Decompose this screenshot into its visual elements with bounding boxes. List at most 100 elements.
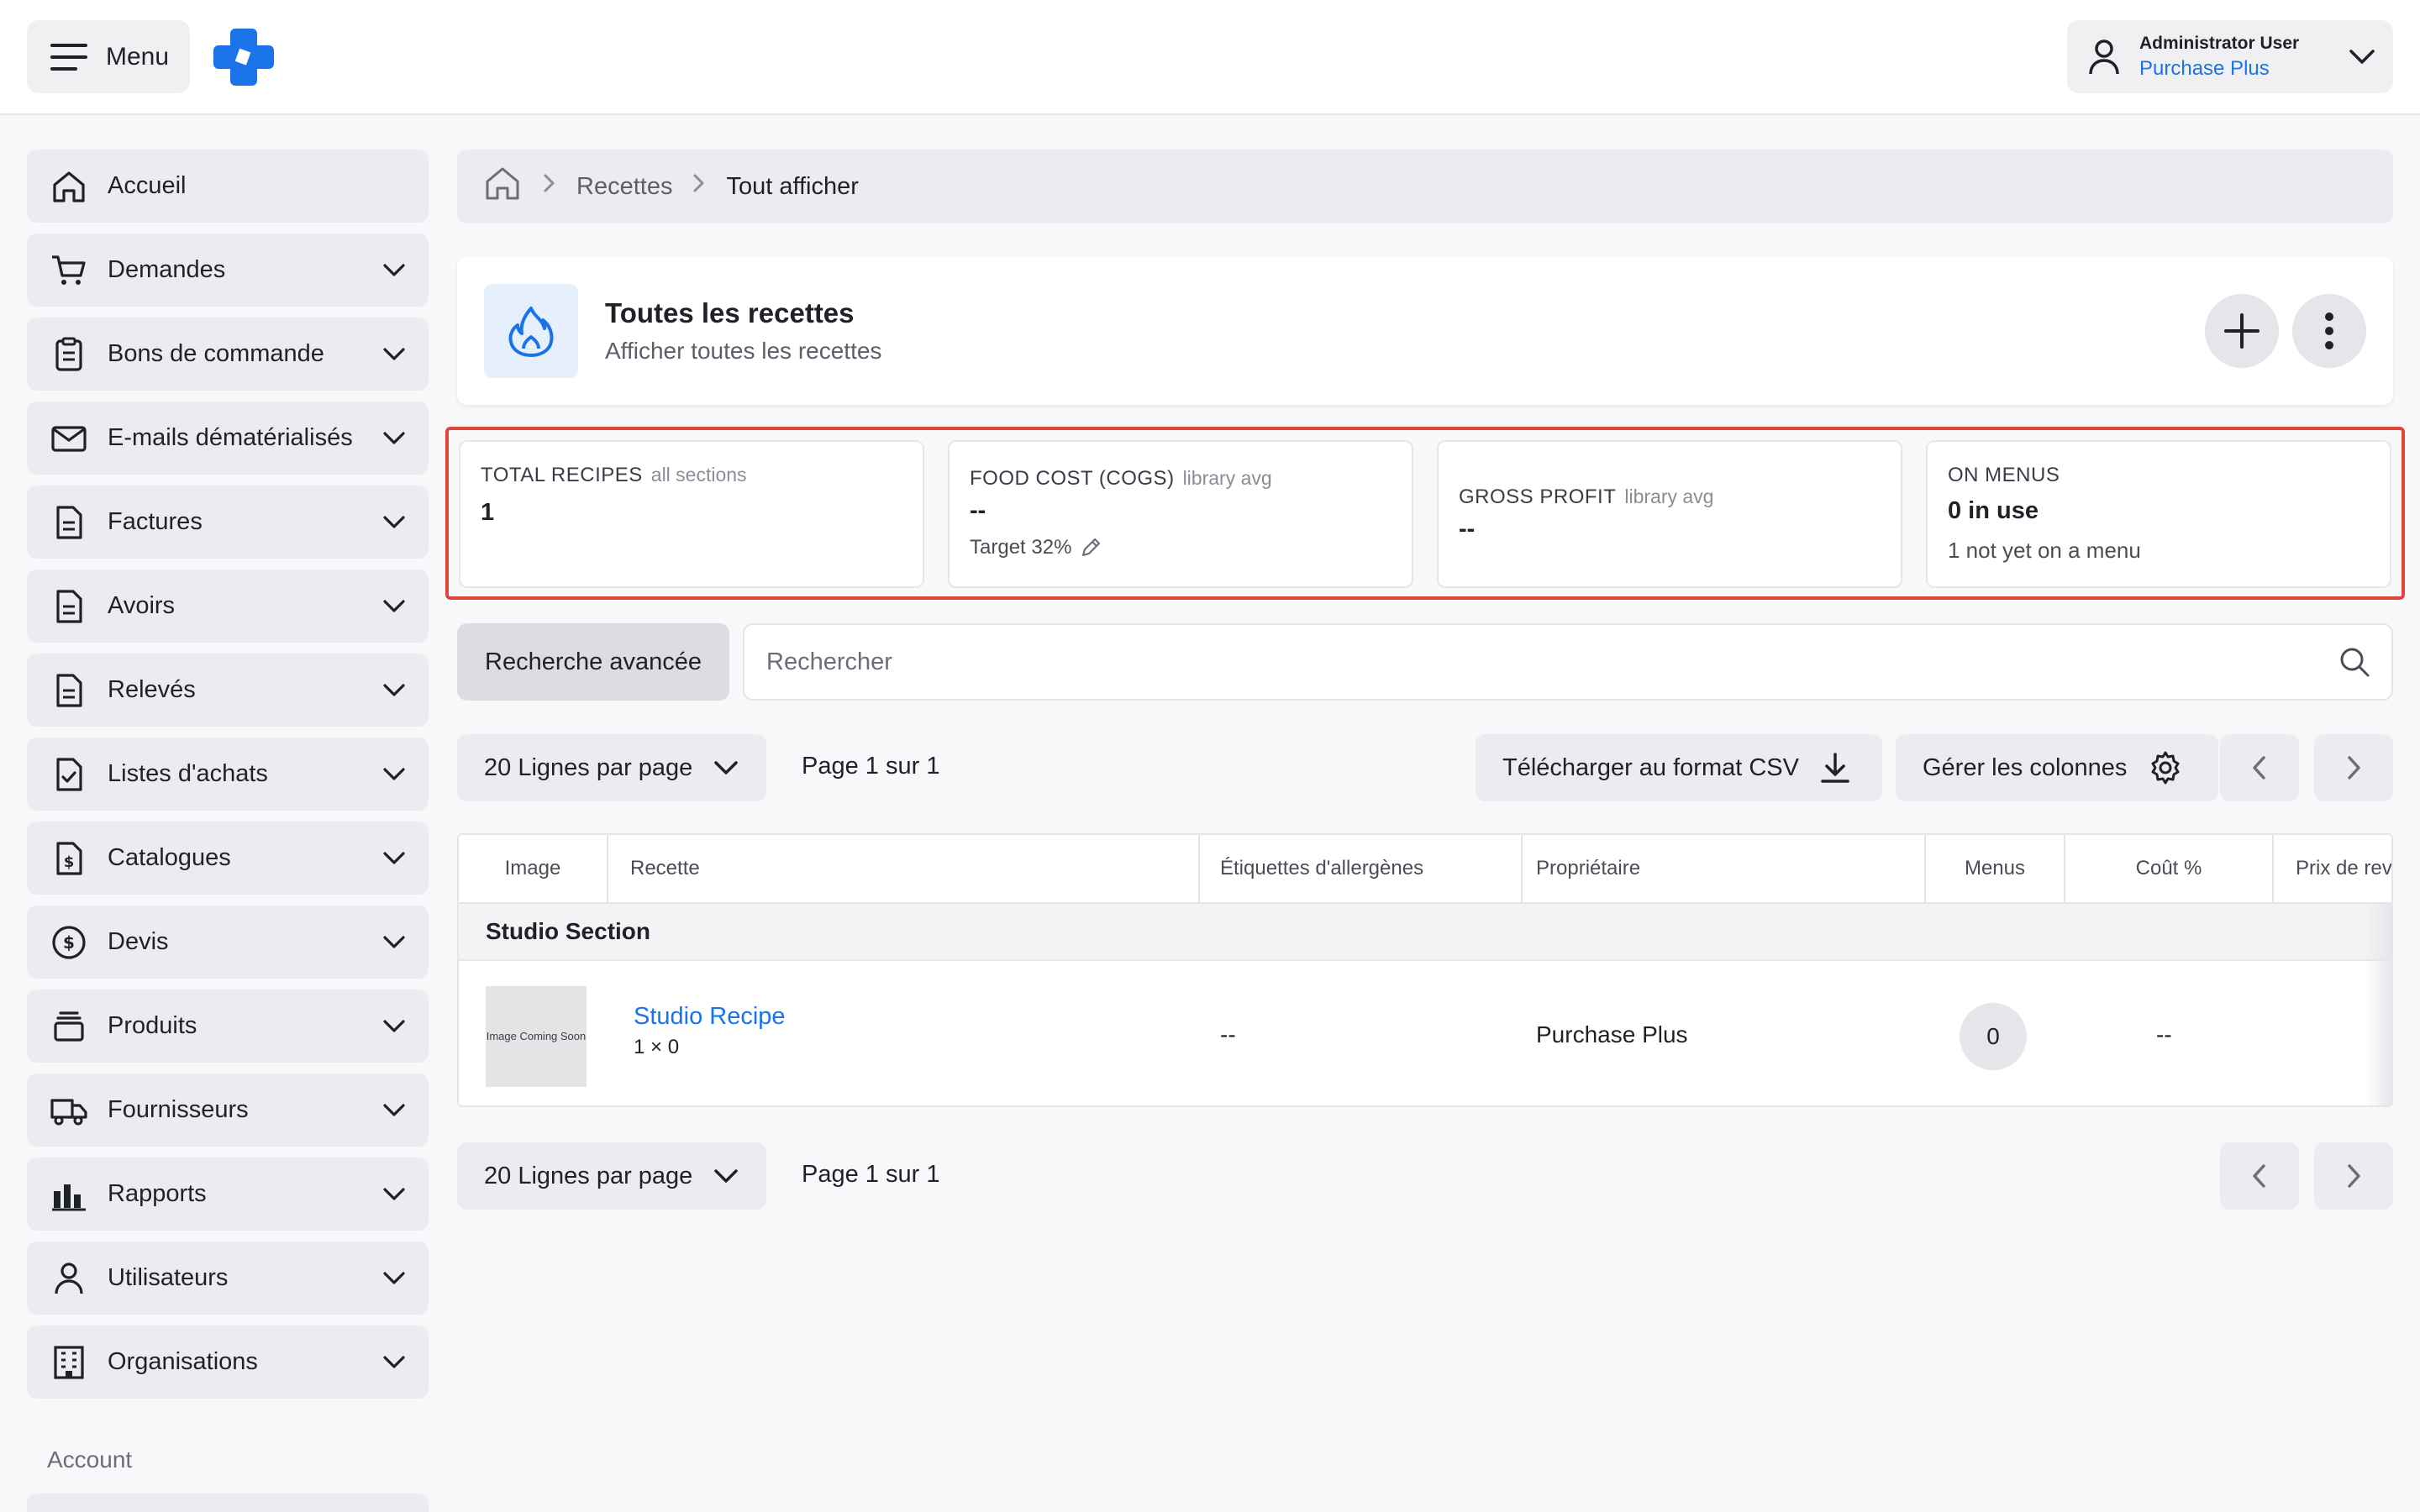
sidebar-item-factures[interactable]: Factures <box>27 486 429 559</box>
stat-food-cost: FOOD COST (COGS) library avg -- Target 32… <box>948 440 1413 588</box>
chevron-down-icon <box>714 761 739 774</box>
chevron-down-icon <box>383 684 405 696</box>
mail-icon <box>50 420 87 457</box>
user-icon <box>50 1260 87 1297</box>
chevron-right-icon <box>2348 756 2360 780</box>
previous-page-button-bottom[interactable] <box>2220 1142 2299 1210</box>
rows-per-page-label: 20 Lignes par page <box>484 753 693 781</box>
sidebar-item-label: Rapports <box>108 1180 207 1207</box>
column-header-recette[interactable]: Recette <box>608 835 1200 902</box>
sidebar-item-label: Demandes <box>108 256 226 283</box>
sidebar-item-label: Listes d'achats <box>108 760 268 787</box>
manage-columns-button[interactable]: Gérer les colonnes <box>1896 734 2218 801</box>
allergens-cell: -- <box>1220 1021 1236 1047</box>
search-input[interactable]: Rechercher <box>743 623 2393 701</box>
breadcrumb-recettes[interactable]: Recettes <box>576 173 672 201</box>
sidebar-item-fournisseurs[interactable]: Fournisseurs <box>27 1074 429 1147</box>
sidebar-section-account: Account <box>47 1446 133 1473</box>
stat-gross-profit: GROSS PROFIT library avg -- <box>1437 440 1902 588</box>
sidebar-item-label: Devis <box>108 928 169 955</box>
add-recipe-button[interactable] <box>2205 294 2279 368</box>
user-menu[interactable]: Administrator User Purchase Plus <box>2067 20 2393 93</box>
sidebar-item-rapports[interactable]: Rapports <box>27 1158 429 1231</box>
recipe-link[interactable]: Studio Recipe <box>634 1003 786 1031</box>
stat-title: ON MENUS <box>1948 464 2060 486</box>
bar-chart-icon <box>50 1176 87 1213</box>
next-page-button-bottom[interactable] <box>2314 1142 2393 1210</box>
sidebar-item-devis[interactable]: $ Devis <box>27 906 429 979</box>
sidebar-item-utilisateurs[interactable]: Utilisateurs <box>27 1242 429 1315</box>
stat-value: -- <box>970 497 986 524</box>
column-header-proprietaire[interactable]: Propriétaire <box>1523 835 1926 902</box>
truck-icon <box>50 1092 87 1129</box>
search-icon[interactable] <box>2338 645 2371 679</box>
chevron-down-icon <box>2349 50 2375 64</box>
rows-per-page-select[interactable]: 20 Lignes par page <box>457 734 767 801</box>
search-placeholder: Rechercher <box>766 648 892 675</box>
more-options-button[interactable] <box>2292 294 2366 368</box>
sidebar-item-produits[interactable]: Produits <box>27 990 429 1063</box>
stat-note: 1 not yet on a menu <box>1948 538 2141 563</box>
manage-columns-label: Gérer les colonnes <box>1923 753 2128 781</box>
svg-text:$: $ <box>63 932 75 953</box>
sidebar-item-bons-de-commande[interactable]: Bons de commande <box>27 318 429 391</box>
sidebar-item-account-partial[interactable] <box>27 1494 429 1512</box>
cart-icon <box>50 252 87 289</box>
pencil-icon[interactable] <box>1080 537 1102 559</box>
menu-button[interactable]: Menu <box>27 20 190 93</box>
sidebar-item-demandes[interactable]: Demandes <box>27 234 429 307</box>
cost-cell: -- <box>2156 1021 2172 1047</box>
stat-subtitle: all sections <box>650 464 747 486</box>
column-header-prix[interactable]: Prix de rev <box>2274 835 2391 902</box>
hamburger-icon <box>50 43 87 71</box>
chevron-down-icon <box>383 264 405 276</box>
home-icon <box>50 168 87 205</box>
brand-logo[interactable] <box>212 25 276 89</box>
sidebar-item-e-mails[interactable]: E-mails dématérialisés <box>27 402 429 475</box>
user-organisation: Purchase Plus <box>2139 56 2270 80</box>
advanced-search-button[interactable]: Recherche avancée <box>457 623 729 701</box>
column-header-image[interactable]: Image <box>459 835 608 902</box>
page-header: Toutes les recettes Afficher toutes les … <box>457 257 2393 405</box>
stat-title: TOTAL RECIPES all sections <box>481 464 747 486</box>
chevron-down-icon <box>383 1272 405 1284</box>
rows-per-page-label: 20 Lignes par page <box>484 1162 693 1189</box>
download-csv-button[interactable]: Télécharger au format CSV <box>1476 734 1882 801</box>
column-header-allergenes[interactable]: Étiquettes d'allergènes <box>1200 835 1523 902</box>
menu-label: Menu <box>106 42 170 71</box>
stat-subtitle: library avg <box>1624 486 1714 507</box>
document-icon <box>50 672 87 709</box>
sidebar-item-label: Produits <box>108 1012 197 1039</box>
dollar-circle-icon: $ <box>50 924 87 961</box>
column-header-cout[interactable]: Coût % <box>2065 835 2274 902</box>
sidebar-item-avoirs[interactable]: Avoirs <box>27 570 429 643</box>
recipe-yield: 1 × 0 <box>634 1036 680 1058</box>
chevron-down-icon <box>714 1169 739 1183</box>
dollar-document-icon: $ <box>50 840 87 877</box>
sidebar-item-catalogues[interactable]: $ Catalogues <box>27 822 429 895</box>
next-page-button[interactable] <box>2314 734 2393 801</box>
menus-count-badge[interactable]: 0 <box>1960 1003 2027 1070</box>
previous-page-button[interactable] <box>2220 734 2299 801</box>
document-icon <box>50 504 87 541</box>
download-icon <box>1821 753 1849 783</box>
owner-cell: Purchase Plus <box>1536 1021 1688 1047</box>
sidebar-item-releves[interactable]: Relevés <box>27 654 429 727</box>
chevron-down-icon <box>383 936 405 948</box>
column-header-menus[interactable]: Menus <box>1926 835 2065 902</box>
sidebar-item-label: E-mails dématérialisés <box>108 424 353 451</box>
recipes-table: Image Recette Étiquettes d'allergènes Pr… <box>457 833 2393 1107</box>
svg-text:$: $ <box>64 853 75 871</box>
home-icon[interactable] <box>482 163 523 210</box>
chevron-down-icon <box>383 348 405 360</box>
chevron-right-icon <box>541 171 558 202</box>
sidebar-item-listes-d-achats[interactable]: Listes d'achats <box>27 738 429 811</box>
rows-per-page-select-bottom[interactable]: 20 Lignes par page <box>457 1142 767 1210</box>
checklist-icon <box>50 756 87 793</box>
sidebar-item-accueil[interactable]: Accueil <box>27 150 429 223</box>
sidebar-item-label: Factures <box>108 508 203 535</box>
sidebar-item-label: Fournisseurs <box>108 1096 249 1123</box>
chevron-right-icon <box>691 171 708 202</box>
sidebar-item-organisations[interactable]: Organisations <box>27 1326 429 1399</box>
breadcrumb: Recettes Tout afficher <box>457 150 2393 223</box>
